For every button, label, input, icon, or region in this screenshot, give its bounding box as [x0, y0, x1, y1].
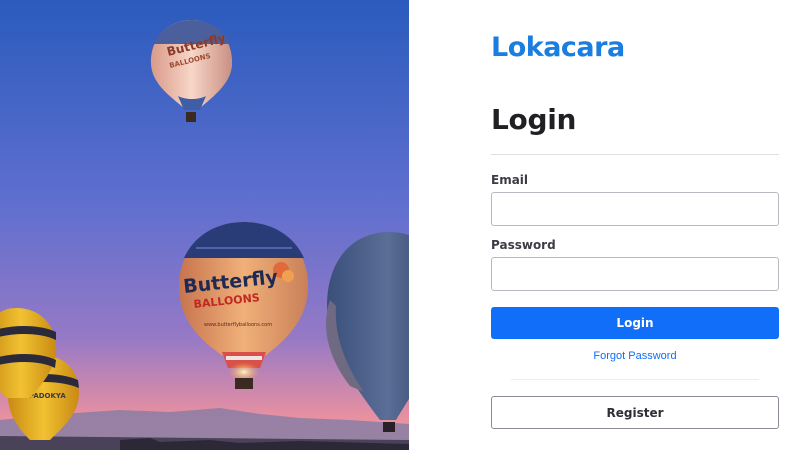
brand-logo: Lokacara	[491, 32, 625, 63]
email-field[interactable]	[491, 192, 779, 226]
balloon-main-url: www.butterflyballoons.com	[204, 322, 272, 328]
hero-image: Butterfly BALLOONS Butterfly BALLOONS ww…	[0, 0, 409, 450]
register-divider	[511, 379, 759, 380]
title-divider	[491, 154, 779, 155]
forgot-password-link[interactable]: Forgot Password	[491, 350, 779, 362]
login-panel: Lokacara Login Email Password Login Forg…	[409, 0, 800, 450]
hot-air-balloons-photo: Butterfly BALLOONS Butterfly BALLOONS ww…	[0, 0, 409, 450]
email-label: Email	[491, 173, 529, 187]
register-button[interactable]: Register	[491, 396, 779, 429]
page-title: Login	[491, 103, 577, 136]
password-field[interactable]	[491, 257, 779, 291]
password-label: Password	[491, 238, 556, 252]
login-button[interactable]: Login	[491, 307, 779, 339]
